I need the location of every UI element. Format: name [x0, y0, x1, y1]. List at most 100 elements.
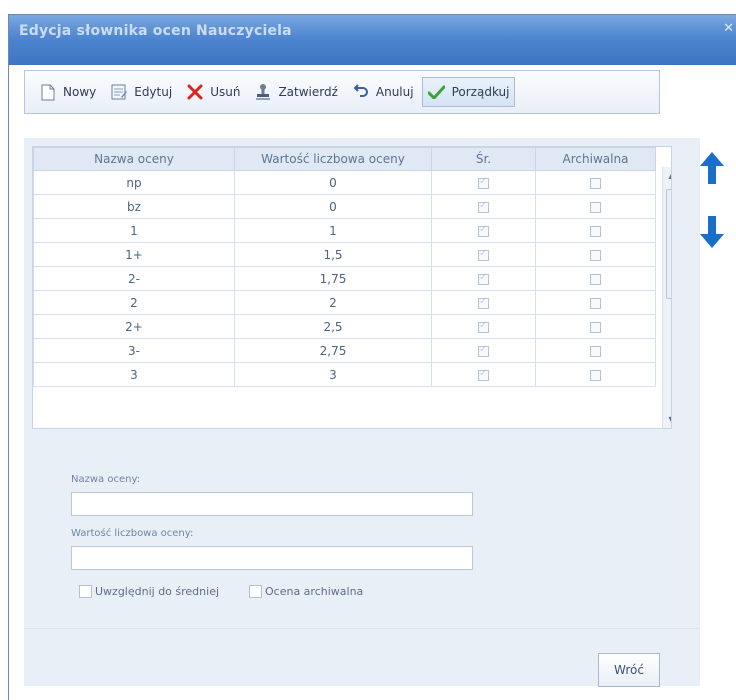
stamp-icon [254, 83, 272, 101]
column-header-value[interactable]: Wartość liczbowa oceny [234, 147, 432, 171]
table-row[interactable]: bz 0 [33, 194, 656, 219]
table-row[interactable]: 22 [33, 290, 656, 315]
scroll-thumb[interactable]: ≡ [666, 189, 671, 299]
archived-row-checkbox[interactable] [590, 345, 601, 357]
edit-document-icon [110, 83, 128, 101]
new-button[interactable]: Nowy [33, 77, 102, 107]
move-up-arrow-icon[interactable] [697, 150, 727, 186]
cell-grade-name[interactable]: bz [33, 194, 235, 219]
sort-button[interactable]: Porządkuj [421, 77, 516, 107]
cell-grade-name[interactable]: 1+ [33, 242, 235, 267]
cell-archived [535, 338, 656, 363]
cell-archived [535, 218, 656, 243]
average-checkbox[interactable] [478, 320, 489, 333]
new-button-label: Nowy [63, 85, 97, 99]
cancel-button[interactable]: Anuluj [346, 77, 420, 107]
cell-average [431, 266, 536, 291]
cell-grade-value[interactable]: 1,75 [234, 266, 432, 291]
window-title: Edycja słownika ocen Nauczyciela [19, 23, 292, 39]
table-row[interactable]: np 0 [33, 170, 656, 195]
cell-grade-value[interactable]: 2 [234, 290, 432, 315]
archived-checkbox[interactable]: Ocena archiwalna [249, 585, 363, 598]
scroll-up-icon[interactable]: ▲ [663, 169, 671, 183]
cell-archived [535, 266, 656, 291]
delete-button-label: Usuń [210, 85, 241, 99]
table-row[interactable]: 11 [33, 218, 656, 243]
edit-button[interactable]: Edytuj [104, 77, 178, 107]
undo-icon [352, 83, 370, 101]
cell-archived [535, 242, 656, 267]
table-row[interactable]: 3- 2,75 [33, 338, 656, 363]
table-row[interactable]: 1+ 1,5 [33, 242, 656, 267]
average-checkbox[interactable] [478, 368, 489, 381]
cell-grade-value[interactable]: 1,5 [234, 242, 432, 267]
cell-average [431, 170, 536, 195]
footer-divider [24, 628, 700, 629]
cell-grade-name[interactable]: 2- [33, 266, 235, 291]
archived-row-checkbox[interactable] [590, 201, 601, 213]
delete-button[interactable]: Usuń [180, 77, 246, 107]
confirm-button[interactable]: Zatwierdź [248, 77, 343, 107]
include-average-label: Uwzględnij do średniej [95, 585, 220, 598]
cell-grade-value[interactable]: 2,75 [234, 338, 432, 363]
cell-grade-value[interactable]: 2,5 [234, 314, 432, 339]
cell-grade-value[interactable]: 3 [234, 362, 432, 387]
table-row[interactable]: 2- 1,75 [33, 266, 656, 291]
content-panel: Nazwa oceny Wartość liczbowa oceny Śr. A… [24, 138, 700, 686]
back-button[interactable]: Wróć [598, 653, 660, 687]
cell-archived [535, 314, 656, 339]
include-average-box[interactable] [79, 585, 92, 598]
include-average-checkbox[interactable]: Uwzględnij do średniej [79, 585, 219, 598]
cell-grade-value[interactable]: 0 [234, 170, 432, 195]
cell-grade-value[interactable]: 1 [234, 218, 432, 243]
archived-row-checkbox[interactable] [590, 273, 601, 285]
column-header-archived[interactable]: Archiwalna [535, 147, 656, 171]
table-row[interactable]: 33 [33, 362, 656, 387]
cell-grade-name[interactable]: 3- [33, 338, 235, 363]
table-header-row: Nazwa oceny Wartość liczbowa oceny Śr. A… [33, 147, 656, 171]
grade-name-input[interactable] [71, 492, 473, 516]
cell-archived [535, 170, 656, 195]
column-header-average[interactable]: Śr. [431, 147, 536, 171]
grade-name-label: Nazwa oceny: [71, 474, 141, 485]
archived-row-checkbox[interactable] [590, 369, 601, 381]
grade-value-input[interactable] [71, 546, 473, 570]
cell-grade-name[interactable]: 2 [33, 290, 235, 315]
column-header-name[interactable]: Nazwa oceny [33, 147, 235, 171]
archived-row-checkbox[interactable] [590, 177, 601, 189]
archived-row-checkbox[interactable] [590, 225, 601, 237]
archived-box[interactable] [249, 585, 262, 598]
cell-grade-value[interactable]: 0 [234, 194, 432, 219]
archived-row-checkbox[interactable] [590, 321, 601, 333]
cell-grade-name[interactable]: np [33, 170, 235, 195]
delete-icon [186, 83, 204, 101]
average-checkbox[interactable] [478, 200, 489, 213]
cell-average [431, 290, 536, 315]
cell-archived [535, 362, 656, 387]
cell-grade-name[interactable]: 2+ [33, 314, 235, 339]
cell-average [431, 194, 536, 219]
edit-button-label: Edytuj [134, 85, 173, 99]
cell-archived [535, 290, 656, 315]
average-checkbox[interactable] [478, 224, 489, 237]
cell-average [431, 314, 536, 339]
average-checkbox[interactable] [478, 296, 489, 309]
scroll-down-icon[interactable]: ▼ [663, 413, 671, 427]
archived-row-checkbox[interactable] [590, 297, 601, 309]
grip-icon: ≡ [670, 240, 671, 249]
average-checkbox[interactable] [478, 176, 489, 189]
move-down-arrow-icon[interactable] [697, 214, 727, 250]
average-checkbox[interactable] [478, 272, 489, 285]
confirm-button-label: Zatwierdź [278, 85, 338, 99]
archived-row-checkbox[interactable] [590, 249, 601, 261]
average-checkbox[interactable] [478, 344, 489, 357]
average-checkbox[interactable] [478, 248, 489, 261]
grid-scrollbar[interactable]: ▲ ≡ ▼ [662, 167, 671, 428]
table-row[interactable]: 2+ 2,5 [33, 314, 656, 339]
table-body: np0bz0111+1,52-1,75222+2,53-2,7533 [33, 170, 656, 387]
close-icon[interactable]: ✕ [723, 21, 734, 36]
cell-grade-name[interactable]: 1 [33, 218, 235, 243]
archived-label: Ocena archiwalna [265, 585, 364, 598]
title-bar[interactable]: Edycja słownika ocen Nauczyciela ✕ [9, 15, 736, 65]
cell-grade-name[interactable]: 3 [33, 362, 235, 387]
